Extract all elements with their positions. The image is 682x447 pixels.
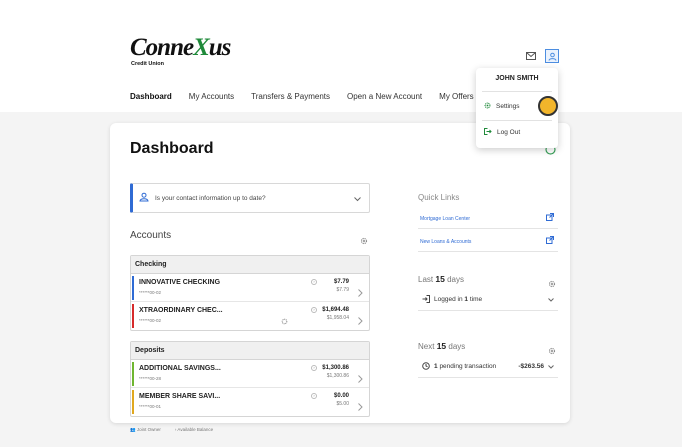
chevron-down-icon[interactable] bbox=[548, 297, 554, 304]
last-days-gear-icon[interactable] bbox=[548, 275, 556, 288]
next-days-title: Next 15 days bbox=[418, 341, 466, 351]
account-available: $7.79 bbox=[336, 287, 349, 293]
account-name: ADDITIONAL SAVINGS... bbox=[139, 365, 221, 372]
clock-icon bbox=[422, 362, 430, 372]
user-name: JOHN SMITH bbox=[495, 75, 539, 82]
page-title: Dashboard bbox=[130, 140, 214, 157]
quick-link-label: Mortgage Loan Center bbox=[420, 216, 471, 222]
chevron-down-icon[interactable] bbox=[548, 364, 554, 371]
login-count-text: Logged in 1 time bbox=[434, 296, 483, 303]
available-indicator-icon: › bbox=[311, 365, 317, 371]
nav-open-account[interactable]: Open a New Account bbox=[347, 92, 422, 101]
connexus-logo[interactable]: ConneXus Credit Union bbox=[130, 35, 240, 70]
chevron-right-icon[interactable] bbox=[358, 312, 363, 325]
checking-group: Checking INNOVATIVE CHECKING ******00-02… bbox=[130, 255, 370, 331]
account-balance: $7.79 bbox=[333, 279, 349, 285]
external-link-icon[interactable] bbox=[546, 236, 554, 244]
person-icon bbox=[139, 189, 149, 207]
account-number: ******00-01 bbox=[139, 404, 162, 409]
logout-icon bbox=[484, 128, 492, 137]
account-color-bar bbox=[132, 304, 134, 328]
legend-joint-owner: 👥 Joint Owner bbox=[130, 427, 161, 432]
account-number: ******00-02 bbox=[139, 290, 162, 295]
account-available: $1,958.04 bbox=[326, 315, 349, 321]
menu-item-logout[interactable]: Log Out bbox=[484, 128, 520, 137]
app-header: ConneXus Credit Union Dashboard My Accou… bbox=[0, 0, 682, 112]
available-indicator-icon: › bbox=[311, 307, 317, 313]
contact-info-text: Is your contact information up to date? bbox=[155, 194, 266, 202]
pending-transactions-row[interactable]: 1 pending transaction -$263.56 bbox=[418, 358, 558, 378]
account-settings-gear-icon[interactable] bbox=[281, 312, 288, 325]
nav-transfers-payments[interactable]: Transfers & Payments bbox=[251, 92, 330, 101]
user-profile-icon[interactable] bbox=[545, 49, 559, 63]
login-icon bbox=[422, 295, 430, 305]
account-color-bar bbox=[132, 362, 134, 386]
chevron-right-icon[interactable] bbox=[358, 284, 363, 297]
group-header: Deposits bbox=[131, 342, 369, 360]
chevron-right-icon[interactable] bbox=[358, 370, 363, 383]
main-nav: Dashboard My Accounts Transfers & Paymen… bbox=[130, 92, 513, 101]
joint-owner-icon: 👥 bbox=[130, 427, 136, 432]
account-row[interactable]: ADDITIONAL SAVINGS... ******00-28 › $1,3… bbox=[131, 360, 369, 388]
available-indicator-icon: › bbox=[311, 279, 317, 285]
dashboard-card: Dashboard Is your contact information up… bbox=[110, 123, 570, 423]
account-available: $1,300.86 bbox=[326, 373, 349, 379]
deposits-group: Deposits ADDITIONAL SAVINGS... ******00-… bbox=[130, 341, 370, 417]
account-color-bar bbox=[132, 276, 134, 300]
mail-icon[interactable] bbox=[524, 49, 538, 63]
menu-item-settings[interactable]: Settings bbox=[484, 102, 520, 111]
account-balance: $1,300.86 bbox=[322, 365, 349, 371]
account-available: $5.00 bbox=[336, 401, 349, 407]
account-balance: $0.00 bbox=[333, 393, 349, 399]
nav-my-accounts[interactable]: My Accounts bbox=[189, 92, 234, 101]
account-row[interactable]: MEMBER SHARE SAVI... ******00-01 › $0.00… bbox=[131, 388, 369, 416]
contact-info-prompt[interactable]: Is your contact information up to date? bbox=[130, 183, 370, 213]
account-color-bar bbox=[132, 390, 134, 414]
nav-dashboard[interactable]: Dashboard bbox=[130, 92, 172, 101]
account-row[interactable]: INNOVATIVE CHECKING ******00-02 › $7.79 … bbox=[131, 274, 369, 302]
pending-amount: -$263.56 bbox=[518, 363, 544, 370]
chevron-down-icon[interactable] bbox=[354, 189, 361, 207]
quick-links-title: Quick Links bbox=[418, 193, 460, 202]
quick-link-label: New Loans & Accounts bbox=[420, 239, 472, 245]
legend-available-balance: › Available Balance bbox=[174, 427, 214, 432]
account-number: ******00-02 bbox=[139, 318, 162, 323]
quick-link-new-loans[interactable]: New Loans & Accounts bbox=[418, 234, 558, 252]
nav-my-offers[interactable]: My Offers bbox=[439, 92, 474, 101]
account-name: XTRAORDINARY CHEC... bbox=[139, 307, 223, 314]
login-activity-row[interactable]: Logged in 1 time bbox=[418, 291, 558, 311]
last-days-title: Last 15 days bbox=[418, 274, 464, 284]
gear-icon bbox=[484, 102, 491, 111]
account-name: INNOVATIVE CHECKING bbox=[139, 279, 221, 286]
account-balance: $1,694.48 bbox=[322, 307, 349, 313]
account-name: MEMBER SHARE SAVI... bbox=[139, 393, 221, 400]
menu-divider bbox=[482, 120, 552, 121]
legend: 👥 Joint Owner › Available Balance bbox=[130, 427, 213, 433]
cursor-indicator bbox=[538, 96, 558, 116]
accounts-settings-gear-icon[interactable] bbox=[360, 232, 368, 245]
chevron-right-icon[interactable] bbox=[358, 398, 363, 411]
menu-divider bbox=[482, 91, 552, 92]
next-days-gear-icon[interactable] bbox=[548, 342, 556, 355]
quick-link-mortgage[interactable]: Mortgage Loan Center bbox=[418, 211, 558, 229]
group-header: Checking bbox=[131, 256, 369, 274]
accounts-title: Accounts bbox=[130, 230, 172, 241]
external-link-icon[interactable] bbox=[546, 213, 554, 221]
account-row[interactable]: XTRAORDINARY CHEC... ******00-02 › $1,69… bbox=[131, 302, 369, 330]
account-number: ******00-28 bbox=[139, 376, 162, 381]
pending-text: 1 pending transaction bbox=[434, 363, 497, 370]
available-indicator-icon: › bbox=[311, 393, 317, 399]
